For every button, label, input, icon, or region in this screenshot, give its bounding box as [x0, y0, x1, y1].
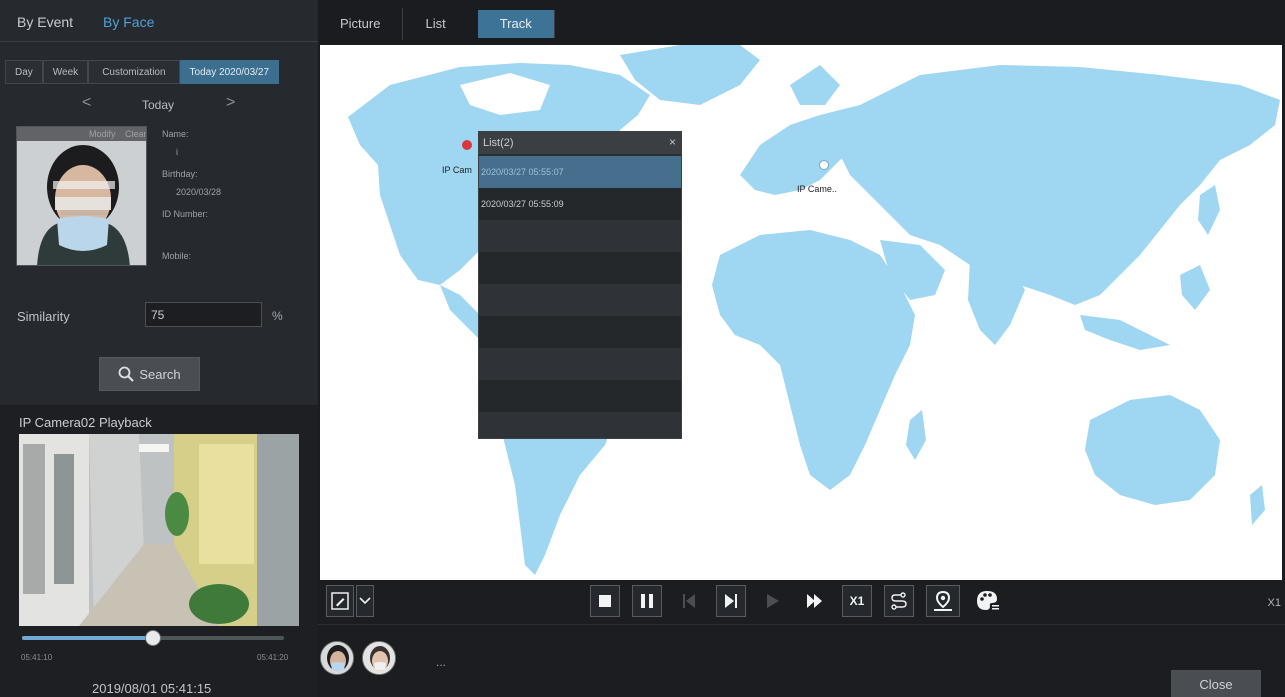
face-track-window: By Event By Face Day Week Customization … [0, 0, 1285, 697]
palette-icon [977, 591, 999, 610]
mode-tabs: By Event By Face [0, 8, 318, 42]
stop-button[interactable] [590, 585, 620, 617]
face-thumbnail[interactable] [320, 641, 354, 675]
list-item-empty [479, 348, 681, 380]
list-item-empty [479, 412, 681, 438]
similarity-input[interactable] [145, 302, 262, 327]
list-item[interactable]: 2020/03/27 05:55:09 [479, 188, 681, 220]
range-customization[interactable]: Customization [88, 60, 180, 84]
playback-video[interactable] [19, 434, 299, 626]
birthday-label: Birthday: [162, 169, 198, 179]
search-panel: By Event By Face Day Week Customization … [0, 0, 318, 697]
track-toolbar: X1 X1 [318, 580, 1285, 624]
speed-readout: X1 [1267, 597, 1281, 609]
similarity-label: Similarity [17, 309, 70, 324]
camera-label-right: IP Came.. [797, 184, 837, 194]
speed-button[interactable]: X1 [842, 585, 872, 617]
close-icon[interactable]: × [669, 135, 676, 149]
name-label: Name: [162, 129, 189, 139]
color-palette-button[interactable] [970, 585, 1006, 617]
search-button-label: Search [139, 366, 181, 382]
playback-end-time: 05:41:20 [257, 653, 289, 662]
popup-header: List(2) × [479, 132, 681, 154]
mobile-label: Mobile: [162, 251, 192, 261]
camera-marker-icon[interactable] [462, 140, 472, 150]
more-thumbnails: ... [436, 655, 447, 669]
tab-by-face[interactable]: By Face [103, 14, 154, 30]
map-location-button[interactable] [926, 585, 960, 617]
next-day-button[interactable]: > [226, 94, 235, 112]
face-image-card[interactable]: Modify Clear [16, 126, 147, 266]
similarity-unit: % [272, 309, 283, 323]
clear-button[interactable]: Clear [125, 129, 146, 139]
view-tabs: Picture List Track [318, 8, 555, 40]
skip-back-icon [683, 594, 695, 608]
face-card-toolbar: Modify Clear [17, 127, 146, 141]
playback-progress [22, 636, 153, 640]
camera-marker-icon[interactable] [819, 160, 829, 170]
world-map [348, 45, 1280, 575]
fast-forward-icon [807, 594, 822, 608]
track-map[interactable]: IP Cam IP Came.. [320, 45, 1282, 580]
list-item-empty [479, 316, 681, 348]
snapshot-list-popup: List(2) × 2020/03/27 05:55:07 2020/03/27… [478, 131, 682, 439]
date-navigator: < Today > [0, 94, 318, 116]
search-button[interactable]: Search [99, 357, 200, 391]
tab-track[interactable]: Track [477, 10, 555, 38]
list-item-empty [479, 252, 681, 284]
tab-list[interactable]: List [403, 8, 467, 40]
fast-forward-button[interactable] [800, 585, 830, 617]
pause-icon [641, 594, 653, 608]
list-item-empty [479, 220, 681, 252]
date-label: Today [142, 98, 175, 112]
edit-track-icon [331, 592, 349, 610]
face-thumbnail[interactable] [362, 641, 396, 675]
id-number-label: ID Number: [162, 209, 209, 219]
track-edit-button[interactable] [326, 585, 354, 617]
route-button[interactable] [884, 585, 914, 617]
popup-title: List(2) [483, 137, 514, 149]
playback-slider[interactable] [22, 630, 284, 646]
corridor-scene [19, 434, 299, 626]
list-item-empty [479, 284, 681, 316]
range-day[interactable]: Day [5, 60, 43, 84]
face-photo [17, 127, 146, 265]
range-today[interactable]: Today 2020/03/27 [179, 60, 280, 84]
prev-day-button[interactable]: < [82, 94, 91, 112]
tab-by-event[interactable]: By Event [17, 14, 73, 30]
close-button[interactable]: Close [1171, 670, 1261, 697]
camera-label-left: IP Cam [442, 165, 472, 175]
next-frame-button[interactable] [716, 585, 746, 617]
map-pin-icon [934, 591, 952, 611]
playback-panel: IP Camera02 Playback 05:41:10 05:41:20 2… [0, 405, 318, 697]
playback-slider-thumb[interactable] [145, 630, 161, 646]
playback-start-time: 05:41:10 [21, 653, 53, 662]
pause-button[interactable] [632, 585, 662, 617]
search-icon [118, 366, 135, 382]
tab-picture[interactable]: Picture [318, 8, 404, 40]
playback-datetime: 2019/08/01 05:41:15 [92, 681, 212, 696]
route-icon [891, 592, 907, 610]
list-item-empty [479, 380, 681, 412]
chevron-down-icon[interactable] [356, 585, 374, 617]
time-range-tabs: Day Week Customization Today 2020/03/27 [5, 60, 280, 84]
stop-icon [599, 595, 611, 607]
play-icon [767, 594, 779, 608]
range-week[interactable]: Week [42, 60, 89, 84]
list-item[interactable]: 2020/03/27 05:55:07 [479, 156, 681, 188]
birthday-value: 2020/03/28 [176, 187, 222, 197]
play-button[interactable] [758, 585, 788, 617]
name-value: i [176, 147, 178, 157]
previous-frame-button[interactable] [674, 585, 704, 617]
skip-forward-icon [725, 594, 737, 608]
modify-button[interactable]: Modify [89, 129, 116, 139]
face-thumbnails-bar: ... Close [318, 624, 1285, 697]
playback-title: IP Camera02 Playback [19, 415, 152, 430]
